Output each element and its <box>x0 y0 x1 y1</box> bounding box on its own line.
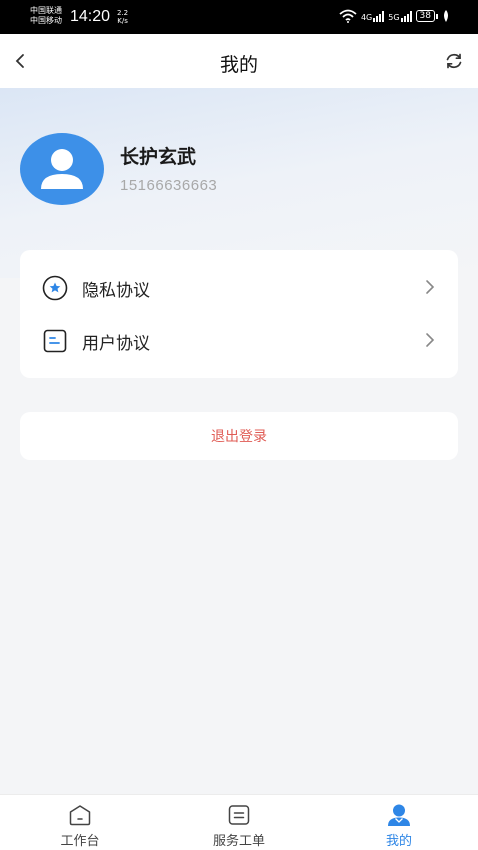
user-avatar-icon <box>41 149 83 189</box>
workbench-icon <box>69 805 91 826</box>
refresh-icon[interactable] <box>444 51 464 71</box>
tab-label: 工作台 <box>60 834 100 849</box>
system-icons: 4G 5G 38 <box>339 9 450 23</box>
status-bar: 中国联通 中国移动 14:20 2.2 K/s 4G 5G 38 <box>0 0 478 34</box>
signal-4g-label: 4G <box>360 12 373 22</box>
network-speed-unit: K/s <box>117 17 128 25</box>
bottom-tab-bar: 工作台 服务工单 我的 <box>0 794 478 850</box>
user-phone: 15166636663 <box>120 177 218 194</box>
wifi-icon <box>339 9 357 23</box>
page-title: 我的 <box>219 54 258 76</box>
privacy-icon <box>42 275 68 301</box>
user-name: 长护玄武 <box>120 146 197 168</box>
signal-5g-label: 5G <box>388 12 400 22</box>
carrier-info: 中国联通 中国移动 <box>30 6 62 26</box>
status-time: 14:20 <box>70 8 111 25</box>
tab-label: 我的 <box>385 834 412 849</box>
work-order-icon <box>228 805 250 825</box>
tab-workbench[interactable]: 工作台 <box>20 795 140 850</box>
chevron-right-icon <box>426 333 435 347</box>
profile-icon <box>388 804 410 826</box>
network-speed-value: 2.2 <box>117 9 129 17</box>
battery-level: 38 <box>415 10 435 22</box>
menu-item-label: 隐私协议 <box>82 281 150 301</box>
avatar[interactable] <box>20 133 104 205</box>
tab-label: 服务工单 <box>212 834 265 849</box>
tab-my[interactable]: 我的 <box>339 795 459 850</box>
battery-icon: 38 <box>415 10 438 22</box>
menu-item-privacy[interactable]: 隐私协议 <box>20 261 458 313</box>
menu-item-user-agreement[interactable]: 用户协议 <box>20 314 458 366</box>
tab-service-orders[interactable]: 服务工单 <box>179 795 299 850</box>
signal-5g-icon: 5G <box>388 10 412 22</box>
menu-card: 隐私协议 用户协议 <box>20 250 458 378</box>
network-speed: 2.2 K/s <box>117 9 128 25</box>
logout-button[interactable]: 退出登录 <box>20 412 458 460</box>
carrier-2: 中国移动 <box>30 16 62 25</box>
app-header: 我的 <box>0 34 478 88</box>
chevron-right-icon <box>426 280 435 294</box>
charging-leaf-icon <box>444 10 448 22</box>
carrier-1: 中国联通 <box>30 6 62 15</box>
menu-item-label: 用户协议 <box>82 334 150 354</box>
logout-label: 退出登录 <box>211 429 267 445</box>
signal-4g-icon: 4G <box>360 10 385 22</box>
document-icon <box>43 329 67 353</box>
